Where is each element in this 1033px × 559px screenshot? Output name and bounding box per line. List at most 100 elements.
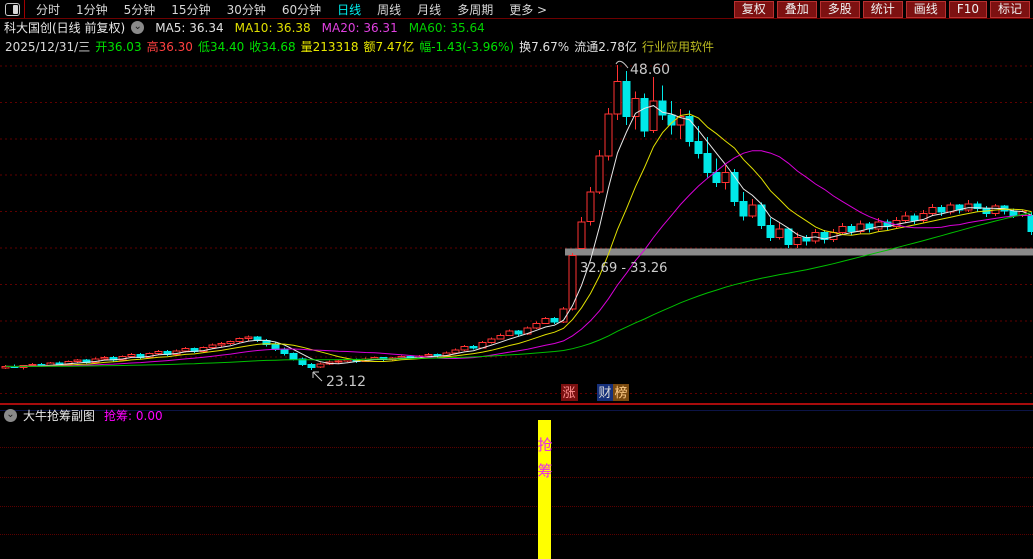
ma5-line: [5, 105, 1032, 368]
low-arrow: [312, 371, 323, 382]
stock-title: 科大国创(日线 前复权): [4, 21, 126, 35]
low-annotation: 23.12: [326, 374, 366, 390]
candle-body: [793, 236, 802, 246]
candle-body: [901, 215, 910, 222]
candle-body: [316, 363, 325, 368]
subpanel-gridline: [0, 506, 1033, 508]
collapse-main-chart-icon[interactable]: ⌄: [131, 21, 145, 34]
badge-label[interactable]: 涨: [562, 386, 575, 401]
candle-body: [181, 347, 190, 352]
toolbar-item[interactable]: 月线: [409, 1, 449, 18]
signal-bar-char: 筹: [537, 462, 553, 480]
toolbar-item[interactable]: 分时: [28, 1, 68, 18]
candle-body: [712, 172, 721, 183]
candle-body: [748, 204, 757, 217]
ma-legend-items: MA5: 36.34 MA10: 36.38 MA20: 36.31 MA60: 35…: [144, 21, 485, 35]
toolbar-right-items: 复权 叠加 多股 统计 画线 F10 标记: [733, 0, 1033, 18]
candle-body: [577, 221, 586, 250]
toolbar-item[interactable]: 日线: [329, 1, 369, 18]
subpanel-gridline: [0, 534, 1033, 536]
toolbar-item[interactable]: 更多 >: [501, 1, 555, 18]
candle-body: [604, 113, 613, 157]
candle-body: [595, 155, 604, 193]
toolbar-item[interactable]: 5分钟: [116, 1, 164, 18]
signal-bar-char: 抢: [537, 436, 553, 454]
candle-body: [622, 81, 631, 117]
toolbar-button[interactable]: 叠加: [776, 0, 817, 18]
toolbar-button[interactable]: 复权: [733, 0, 774, 18]
toolbar-item[interactable]: 多周期: [449, 1, 501, 18]
candle-body: [838, 226, 847, 234]
candle-body: [541, 318, 550, 324]
candle-body: [1027, 214, 1033, 233]
subpanel-gridline: [0, 447, 1033, 449]
quote-item: 额7.47亿: [363, 39, 415, 54]
toolbar-left-items: 分时 1分钟 5分钟 15分钟 30分钟 60分钟 日线 周线 月线 多周期 更多 >: [28, 1, 555, 18]
toolbar-item[interactable]: 30分钟: [219, 1, 274, 18]
candle-body: [208, 344, 217, 348]
badge-label[interactable]: 财: [598, 386, 611, 401]
industry-link[interactable]: 行业应用软件: [642, 38, 714, 55]
candle-body: [460, 345, 469, 351]
candle-body: [613, 81, 622, 115]
ma-legend-item: MA10: 36.38: [234, 20, 311, 35]
ma-legend-item: MA20: 36.31: [321, 20, 398, 35]
candle-body: [505, 330, 514, 336]
window-icon[interactable]: [5, 2, 20, 16]
toolbar-button[interactable]: F10: [948, 0, 987, 18]
candle-body: [226, 341, 235, 345]
candle-body: [334, 360, 343, 363]
quote-item: 2025/12/31/三: [5, 39, 91, 54]
candle-body: [469, 345, 478, 349]
candle-body: [784, 228, 793, 246]
quote-item: 量213318: [300, 39, 359, 54]
main-chart-svg: 48.60 23.12 32.69 - 33.26 涨 财榜: [0, 60, 1033, 401]
indicator-value: 0.00: [135, 409, 163, 423]
indicator-readout: 抢筹: 0.00: [104, 407, 163, 424]
toolbar-item[interactable]: 1分钟: [68, 1, 116, 18]
indicator-label: 抢筹:: [104, 409, 133, 423]
indicator-subpanel[interactable]: 抢筹 ⌄ 大牛抢筹副图 抢筹: 0.00: [0, 405, 1033, 559]
candle-body: [766, 224, 775, 238]
toolbar-button[interactable]: 统计: [862, 0, 903, 18]
candle-body: [235, 338, 244, 342]
signal-bar-label: 抢筹: [537, 438, 553, 479]
candle-body: [847, 226, 856, 232]
candle-body: [874, 221, 883, 230]
candle-body: [496, 334, 505, 340]
candle-body: [244, 336, 253, 340]
candle-body: [550, 318, 559, 323]
toolbar-button[interactable]: 标记: [989, 0, 1030, 18]
candle-body: [100, 356, 109, 360]
toolbar-item[interactable]: 周线: [369, 1, 409, 18]
candle-body: [1009, 210, 1018, 216]
candle-body: [928, 206, 937, 214]
candle-body: [694, 141, 703, 155]
toolbar-button[interactable]: 画线: [905, 0, 946, 18]
candle-body: [514, 330, 523, 335]
toolbar-button[interactable]: 多股: [819, 0, 860, 18]
collapse-subpanel-icon[interactable]: ⌄: [4, 409, 17, 422]
toolbar-item[interactable]: 15分钟: [163, 1, 218, 18]
main-chart[interactable]: 48.60 23.12 32.69 - 33.26 涨 财榜: [0, 55, 1033, 403]
candle-body: [532, 322, 541, 329]
candle-body: [964, 203, 973, 211]
candle-body: [280, 348, 289, 355]
candle-body: [775, 228, 784, 238]
ma10-line: [5, 113, 1032, 368]
candle-body: [703, 153, 712, 174]
candle-body: [424, 353, 433, 357]
toolbar-divider: [24, 0, 25, 18]
ma-legend-item: MA60: 35.64: [408, 20, 485, 35]
candle-body: [451, 349, 460, 354]
subpanel-title: 大牛抢筹副图: [23, 409, 96, 423]
quote-item: 低34.40: [197, 39, 245, 54]
quote-bar: 2025/12/31/三 开36.03 高36.30 低34.40 收34.68 量213…: [0, 37, 1033, 55]
candle-body: [271, 344, 280, 350]
ma-legend-item: MA5: 36.34: [155, 20, 224, 35]
subpanel-gridline: [0, 477, 1033, 479]
toolbar-item[interactable]: 60分钟: [274, 1, 329, 18]
top-toolbar: 分时 1分钟 5分钟 15分钟 30分钟 60分钟 日线 周线 月线 多周期 更多 > 复权 叠加 多股…: [0, 0, 1033, 19]
badge-label[interactable]: 榜: [614, 385, 627, 401]
quote-item: 换7.67%: [519, 39, 570, 54]
